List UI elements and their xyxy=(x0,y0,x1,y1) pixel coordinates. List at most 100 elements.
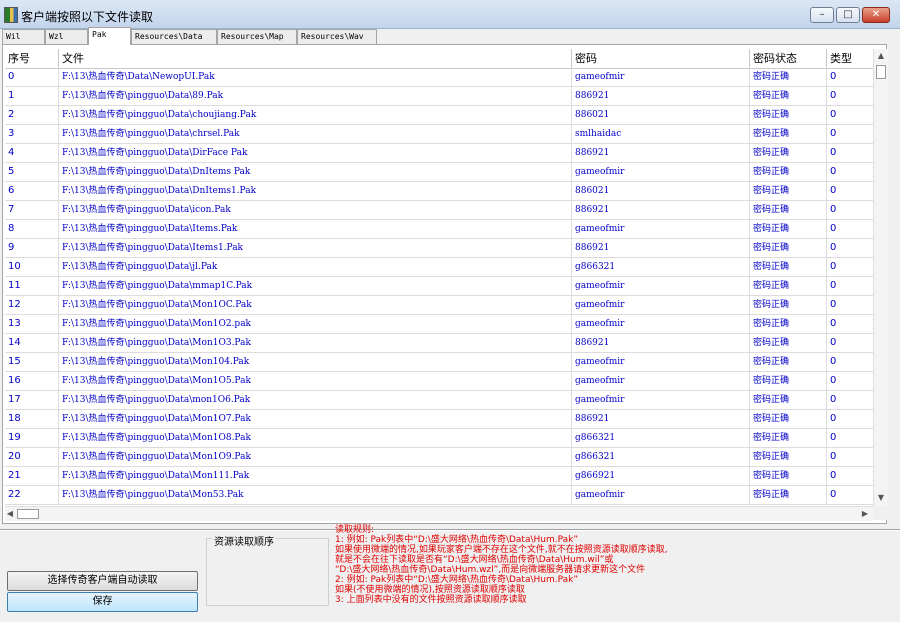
table-row[interactable]: 11 F:\13\热血传奇\pingguo\Data\mmap1C.Pak game… xyxy=(5,277,873,296)
title-bar[interactable]: 客户端按照以下文件读取 – □ ✕ xyxy=(0,0,900,29)
vertical-scroll-thumb[interactable] xyxy=(876,65,886,79)
row-index: 13 xyxy=(5,315,59,333)
file-table[interactable]: 序号 文件 密码 密码状态 类型 0 F:\13\热血传奇\Data\NewopU… xyxy=(5,49,873,506)
scroll-up-icon[interactable]: ▲ xyxy=(876,51,886,61)
table-row[interactable]: 10 F:\13\热血传奇\pingguo\Data\jl.Pak g866321 密… xyxy=(5,258,873,277)
table-row[interactable]: 20 F:\13\热血传奇\pingguo\Data\Mon1O9.Pak g866… xyxy=(5,448,873,467)
tab-resources-wav[interactable]: Resources\Wav xyxy=(297,29,377,44)
table-row[interactable]: 8 F:\13\热血传奇\pingguo\Data\Items.Pak gameof… xyxy=(5,220,873,239)
row-type: 0 xyxy=(830,489,837,500)
row-password: g866321 xyxy=(572,448,750,466)
row-file-path: F:\13\热血传奇\pingguo\Data\choujiang.Pak xyxy=(59,106,572,124)
row-password: 886021 xyxy=(572,182,750,200)
row-password-status: 密码正确 xyxy=(750,448,827,466)
row-password-status: 密码正确 xyxy=(750,410,827,428)
table-row[interactable]: 2 F:\13\热血传奇\pingguo\Data\choujiang.Pak 88… xyxy=(5,106,873,125)
table-row[interactable]: 17 F:\13\热血传奇\pingguo\Data\mon1O6.Pak game… xyxy=(5,391,873,410)
minimize-button[interactable]: – xyxy=(810,7,834,23)
table-row[interactable]: 14 F:\13\热血传奇\pingguo\Data\Mon1O3.Pak 8869… xyxy=(5,334,873,353)
table-row[interactable]: 0 F:\13\热血传奇\Data\NewopUI.Pak gameofmir 密码正… xyxy=(5,68,873,87)
table-row[interactable]: 18 F:\13\热血传奇\pingguo\Data\Mon1O7.Pak 8869… xyxy=(5,410,873,429)
column-header-password[interactable]: 密码 xyxy=(572,49,750,68)
rule-line: 2: 例如: Pak列表中“D:\盛大网络\热血传奇\Data\Hum.Pak” xyxy=(335,575,579,585)
auto-read-client-button[interactable]: 选择传奇客户端自动读取 xyxy=(7,571,198,591)
row-file-path: F:\13\热血传奇\pingguo\Data\DirFace Pak xyxy=(59,144,572,162)
resource-order-box[interactable] xyxy=(206,538,329,606)
table-row[interactable]: 5 F:\13\热血传奇\pingguo\Data\DnItems Pak game… xyxy=(5,163,873,182)
row-index: 1 xyxy=(5,87,59,105)
row-file-path: F:\13\热血传奇\pingguo\Data\Mon1O7.Pak xyxy=(59,410,572,428)
save-button[interactable]: 保存 xyxy=(7,592,198,612)
column-header-file[interactable]: 文件 xyxy=(59,49,572,68)
row-password: gameofmir xyxy=(572,372,750,390)
scroll-down-icon[interactable]: ▼ xyxy=(876,493,886,503)
row-password: g866321 xyxy=(572,258,750,276)
row-index: 16 xyxy=(5,372,59,390)
row-file-path: F:\13\热血传奇\pingguo\Data\Mon1O5.Pak xyxy=(59,372,572,390)
row-password: 886921 xyxy=(572,144,750,162)
row-type: 0 xyxy=(830,204,837,215)
scroll-left-icon[interactable]: ◀ xyxy=(6,509,14,519)
table-row[interactable]: 9 F:\13\热血传奇\pingguo\Data\Items1.Pak 88692… xyxy=(5,239,873,258)
maximize-button[interactable]: □ xyxy=(836,7,860,23)
row-index: 8 xyxy=(5,220,59,238)
row-password: gameofmir xyxy=(572,220,750,238)
row-password-status: 密码正确 xyxy=(750,467,827,485)
row-password-status: 密码正确 xyxy=(750,334,827,352)
row-password: 886921 xyxy=(572,87,750,105)
row-password: 886921 xyxy=(572,239,750,257)
row-file-path: F:\13\热血传奇\pingguo\Data\icon.Pak xyxy=(59,201,572,219)
row-type: 0 xyxy=(830,413,837,424)
table-row[interactable]: 21 F:\13\热血传奇\pingguo\Data\Mon111.Pak g866… xyxy=(5,467,873,486)
tab-resources-map[interactable]: Resources\Map xyxy=(217,29,297,44)
tab-resources-data[interactable]: Resources\Data xyxy=(131,29,217,44)
row-file-path: F:\13\热血传奇\pingguo\Data\Mon104.Pak xyxy=(59,353,572,371)
row-password: gameofmir xyxy=(572,163,750,181)
row-type: 0 xyxy=(830,432,837,443)
column-header-type[interactable]: 类型 xyxy=(827,49,873,68)
row-file-path: F:\13\热血传奇\pingguo\Data\chrsel.Pak xyxy=(59,125,572,143)
column-header-index[interactable]: 序号 xyxy=(5,49,59,68)
table-row[interactable]: 6 F:\13\热血传奇\pingguo\Data\DnItems1.Pak 886… xyxy=(5,182,873,201)
horizontal-scroll-thumb[interactable] xyxy=(17,509,39,519)
table-row[interactable]: 4 F:\13\热血传奇\pingguo\Data\DirFace Pak 8869… xyxy=(5,144,873,163)
rule-line: 读取规则: xyxy=(335,525,375,535)
table-row[interactable]: 15 F:\13\热血传奇\pingguo\Data\Mon104.Pak game… xyxy=(5,353,873,372)
row-password: gameofmir xyxy=(572,296,750,314)
row-password-status: 密码正确 xyxy=(750,220,827,238)
row-index: 18 xyxy=(5,410,59,428)
row-password-status: 密码正确 xyxy=(750,486,827,504)
table-row[interactable]: 7 F:\13\热血传奇\pingguo\Data\icon.Pak 886921 密… xyxy=(5,201,873,220)
row-type: 0 xyxy=(830,356,837,367)
row-index: 17 xyxy=(5,391,59,409)
row-password-status: 密码正确 xyxy=(750,258,827,276)
tab-pak[interactable]: Pak xyxy=(88,27,131,45)
row-password-status: 密码正确 xyxy=(750,87,827,105)
tab-wil[interactable]: Wil xyxy=(2,29,45,44)
table-row[interactable]: 13 F:\13\热血传奇\pingguo\Data\Mon1O2.pak game… xyxy=(5,315,873,334)
tab-wzl[interactable]: Wzl xyxy=(45,29,88,44)
vertical-scrollbar[interactable]: ▲ ▼ xyxy=(873,49,888,506)
row-type: 0 xyxy=(830,280,837,291)
row-type: 0 xyxy=(830,299,837,310)
column-header-password-status[interactable]: 密码状态 xyxy=(750,49,827,68)
resource-order-label: 资源读取顺序 xyxy=(212,533,276,548)
close-button[interactable]: ✕ xyxy=(862,7,890,23)
row-password-status: 密码正确 xyxy=(750,296,827,314)
row-password-status: 密码正确 xyxy=(750,353,827,371)
table-row[interactable]: 22 F:\13\热血传奇\pingguo\Data\Mon53.Pak gameo… xyxy=(5,486,873,505)
table-row[interactable]: 1 F:\13\热血传奇\pingguo\Data\89.Pak 886921 密码正… xyxy=(5,87,873,106)
rule-line: 就是不会在往下读取是否有“D:\盛大网络\热血传奇\Data\Hum.wil”或 xyxy=(335,555,614,565)
table-row[interactable]: 16 F:\13\热血传奇\pingguo\Data\Mon1O5.Pak game… xyxy=(5,372,873,391)
scroll-right-icon[interactable]: ▶ xyxy=(861,509,869,519)
table-row[interactable]: 19 F:\13\热血传奇\pingguo\Data\Mon1O8.Pak g866… xyxy=(5,429,873,448)
scrollbar-corner xyxy=(873,506,887,520)
row-index: 11 xyxy=(5,277,59,295)
horizontal-scrollbar[interactable]: ◀ ▶ xyxy=(5,506,873,521)
table-row[interactable]: 12 F:\13\热血传奇\pingguo\Data\Mon1OC.Pak game… xyxy=(5,296,873,315)
row-type: 0 xyxy=(830,109,837,120)
rule-line: 如果(不使用微端的情况),按照资源读取顺序读取 xyxy=(335,585,525,595)
row-type: 0 xyxy=(830,223,837,234)
table-row[interactable]: 3 F:\13\热血传奇\pingguo\Data\chrsel.Pak smlha… xyxy=(5,125,873,144)
row-index: 10 xyxy=(5,258,59,276)
